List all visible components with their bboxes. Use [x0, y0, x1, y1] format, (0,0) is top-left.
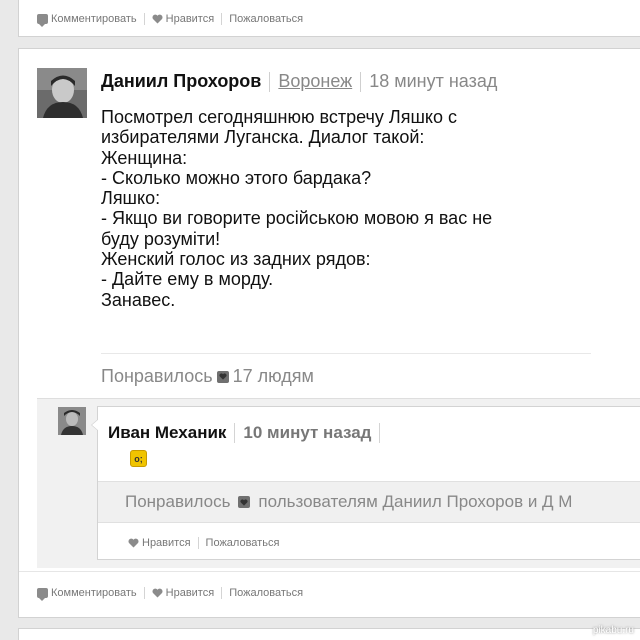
heart-icon: [128, 538, 139, 548]
divider: [269, 71, 271, 92]
sticker-emoji: o;: [130, 450, 147, 467]
author-name[interactable]: Даниил Прохоров: [101, 71, 261, 92]
post-likes[interactable]: Понравилось 17 людям: [101, 353, 591, 387]
like-button[interactable]: Нравится: [128, 537, 198, 549]
reply-comment: Иван Механик 10 минут назад o; Понравило…: [91, 406, 640, 560]
reply-actions: Нравится Пожаловаться: [128, 537, 286, 549]
divider: [360, 71, 362, 92]
author-avatar[interactable]: [37, 68, 87, 118]
reply-author-avatar[interactable]: [58, 407, 86, 435]
comment-icon: [37, 14, 48, 27]
like-button[interactable]: Нравится: [145, 587, 222, 599]
post-text: Посмотрел сегодняшнюю встречу Ляшко с из…: [101, 107, 493, 310]
post-header: Даниил Прохоров Воронеж 18 минут назад: [101, 71, 497, 92]
heart-icon: [152, 14, 163, 24]
divider: [379, 423, 381, 443]
divider: [234, 423, 236, 443]
next-post-card: [18, 628, 640, 640]
heart-icon: [238, 496, 251, 508]
post-actions: Комментировать Нравится Пожаловаться: [37, 587, 310, 601]
reply-likes[interactable]: Понравилось пользователям Даниил Прохоро…: [98, 481, 640, 523]
report-button[interactable]: Пожаловаться: [199, 537, 287, 549]
previous-post-actions: Комментировать Нравится Пожаловаться: [37, 13, 310, 27]
reply-header: Иван Механик 10 минут назад: [108, 423, 388, 443]
comment-icon: [37, 588, 48, 601]
reply-author-name[interactable]: Иван Механик: [108, 423, 226, 443]
divider: [19, 571, 640, 572]
watermark: pikabu.ru: [592, 625, 634, 636]
comment-button[interactable]: Комментировать: [37, 13, 144, 27]
previous-post-card: Комментировать Нравится Пожаловаться: [18, 0, 640, 37]
heart-icon: [152, 588, 163, 598]
post-time: 18 минут назад: [369, 71, 498, 91]
comment-button[interactable]: Комментировать: [37, 587, 144, 601]
post-card: Даниил Прохоров Воронеж 18 минут назад П…: [18, 48, 640, 618]
author-city-link[interactable]: Воронеж: [278, 71, 352, 92]
report-button[interactable]: Пожаловаться: [222, 13, 310, 25]
reply-time: 10 минут назад: [243, 423, 372, 442]
like-button[interactable]: Нравится: [145, 13, 222, 25]
heart-icon: [216, 370, 229, 383]
report-button[interactable]: Пожаловаться: [222, 587, 310, 599]
